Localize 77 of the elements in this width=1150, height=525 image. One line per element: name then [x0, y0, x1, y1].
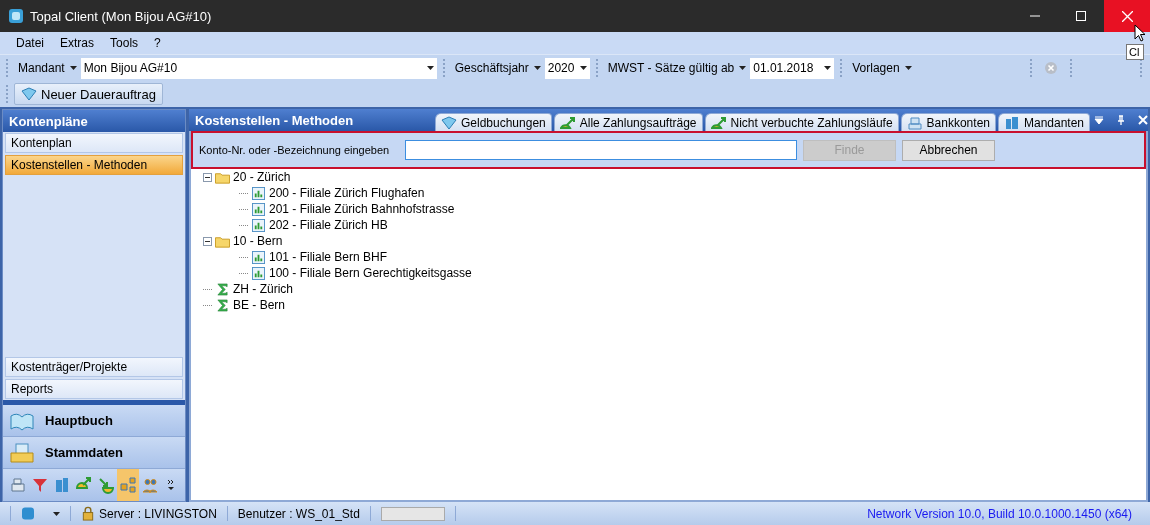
section-button[interactable]: Stammdaten	[3, 437, 185, 469]
version-text: Network Version 10.0, Build 10.0.1000.1450 (x64)	[867, 506, 1132, 521]
maximize-icon	[1076, 11, 1086, 21]
sidebar-item[interactable]: Kostenstellen - Methoden	[5, 155, 183, 175]
sum-icon	[215, 298, 230, 312]
tree-item[interactable]: 101 - Filiale Bern BHF	[269, 250, 388, 264]
vat-date-combo[interactable]: 01.01.2018	[750, 57, 835, 79]
more-icon[interactable]	[167, 479, 175, 491]
menu-item[interactable]: Datei	[8, 36, 52, 50]
section-button[interactable]: Hauptbuch	[3, 405, 185, 437]
tree-item[interactable]: 200 - Filiale Zürich Flughafen	[269, 186, 425, 200]
tab[interactable]: Nicht verbuchte Zahlungsläufe	[704, 113, 899, 131]
arrow-icon	[559, 115, 576, 130]
tab[interactable]: Geldbuchungen	[435, 113, 552, 131]
vat-dropdown[interactable]: MWST - Sätze gültig ab	[603, 57, 751, 79]
sidebar-item[interactable]: Kostenträger/Projekte	[5, 357, 183, 377]
mandant-dropdown[interactable]: Mandant	[14, 57, 81, 79]
new-standing-order-button[interactable]: Neuer Dauerauftrag	[14, 83, 163, 105]
year-combo[interactable]: 2020	[544, 57, 590, 79]
caret-icon	[904, 66, 912, 70]
caret-icon	[824, 66, 832, 70]
app-menu-icon[interactable]	[21, 506, 35, 521]
panel-title: Kostenstellen - Methoden	[194, 112, 355, 128]
dropdown-icon[interactable]	[1094, 115, 1104, 125]
sidebar-item[interactable]: Reports	[5, 379, 183, 399]
tab[interactable]: Mandanten	[998, 113, 1091, 131]
cancel-button[interactable]: Abbrechen	[902, 139, 995, 161]
hierarchy-icon[interactable]	[117, 469, 139, 501]
tree-item[interactable]: ZH - Zürich	[233, 282, 293, 296]
sum-icon	[215, 282, 230, 296]
arrow-icon	[710, 115, 727, 130]
clear-icon[interactable]	[1044, 61, 1059, 75]
mouse-pointer-icon	[1134, 24, 1146, 42]
mandant-combo[interactable]: Mon Bijou AG#10	[80, 57, 437, 79]
tree-item[interactable]: BE - Bern	[233, 298, 286, 312]
chart-document-icon	[251, 186, 266, 200]
close-icon	[1121, 10, 1133, 22]
server-status: Server : LIVINGSTON	[99, 506, 217, 521]
close-icon[interactable]	[1138, 115, 1148, 125]
inbox-icon	[9, 441, 35, 464]
caret-icon	[739, 66, 747, 70]
tree-item[interactable]: 100 - Filiale Bern Gerechtigkeitsgasse	[269, 266, 472, 280]
chart-document-icon	[251, 218, 266, 232]
caret-icon	[533, 66, 541, 70]
menu-item[interactable]: Tools	[102, 36, 147, 50]
search-label: Konto-Nr. oder -Bezeichnung eingeben	[199, 144, 391, 156]
caret-icon[interactable]	[53, 511, 60, 516]
caret-icon	[426, 66, 434, 70]
app-icon	[8, 8, 24, 24]
search-field[interactable]	[405, 140, 797, 160]
tree-item[interactable]: 201 - Filiale Zürich Bahnhofstrasse	[269, 202, 455, 216]
user-status: Benutzer : WS_01_Std	[237, 506, 360, 521]
menu-item[interactable]: ?	[146, 36, 169, 50]
templates-dropdown[interactable]: Vorlagen	[848, 57, 1025, 79]
collapse-icon[interactable]	[203, 236, 212, 246]
lock-icon	[81, 506, 95, 521]
year-dropdown[interactable]: Geschäftsjahr	[450, 57, 545, 79]
pin-icon[interactable]	[1116, 115, 1126, 125]
menu-item[interactable]: Extras	[52, 36, 103, 50]
sidebar-item[interactable]: Kontenplan	[5, 133, 183, 153]
caret-icon	[69, 66, 77, 70]
tree-item[interactable]: 20 - Zürich	[233, 170, 291, 184]
chart-document-icon	[251, 250, 266, 264]
tab[interactable]: Bankkonten	[900, 113, 996, 131]
folder-icon	[215, 234, 230, 248]
caret-icon	[579, 66, 587, 70]
chart-document-icon	[251, 266, 266, 280]
tree-item[interactable]: 10 - Bern	[233, 234, 283, 248]
collapse-icon[interactable]	[203, 172, 212, 182]
tree-item[interactable]: 202 - Filiale Zürich HB	[269, 218, 388, 232]
window-title: Topal Client (Mon Bijou AG#10)	[30, 8, 212, 24]
diamond-icon	[21, 87, 37, 101]
chart-document-icon	[251, 202, 266, 216]
tab[interactable]: Alle Zahlungsaufträge	[553, 113, 703, 131]
sidebar-header: Kontenpläne	[3, 110, 185, 132]
tooltip: Cl	[1126, 44, 1145, 60]
close-button[interactable]	[1104, 0, 1150, 32]
